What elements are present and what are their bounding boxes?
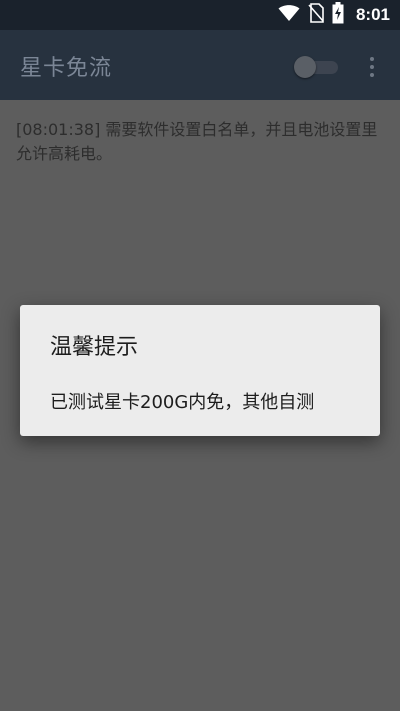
log-message: [08:01:38] 需要软件设置白名单，并且电池设置里允许高耗电。	[16, 120, 378, 163]
app-title: 星卡免流	[20, 56, 113, 81]
dialog-message: 已测试星卡200G内免，其他自测	[50, 392, 315, 413]
app-bar: 星卡免流	[0, 30, 400, 100]
alert-dialog: 温馨提示 已测试星卡200G内免，其他自测	[20, 305, 380, 436]
service-toggle-switch[interactable]	[292, 56, 340, 78]
more-options-icon[interactable]	[360, 54, 384, 80]
clock: 8:01	[355, 5, 390, 24]
dot	[370, 65, 374, 69]
status-bar: 8:01	[0, 0, 400, 30]
dialog-title: 温馨提示	[50, 335, 139, 360]
switch-thumb	[294, 56, 316, 78]
no-sim-icon	[308, 3, 324, 27]
dot	[370, 57, 374, 61]
dot	[370, 73, 374, 77]
wifi-icon	[278, 4, 300, 26]
battery-charging-icon	[332, 2, 344, 28]
